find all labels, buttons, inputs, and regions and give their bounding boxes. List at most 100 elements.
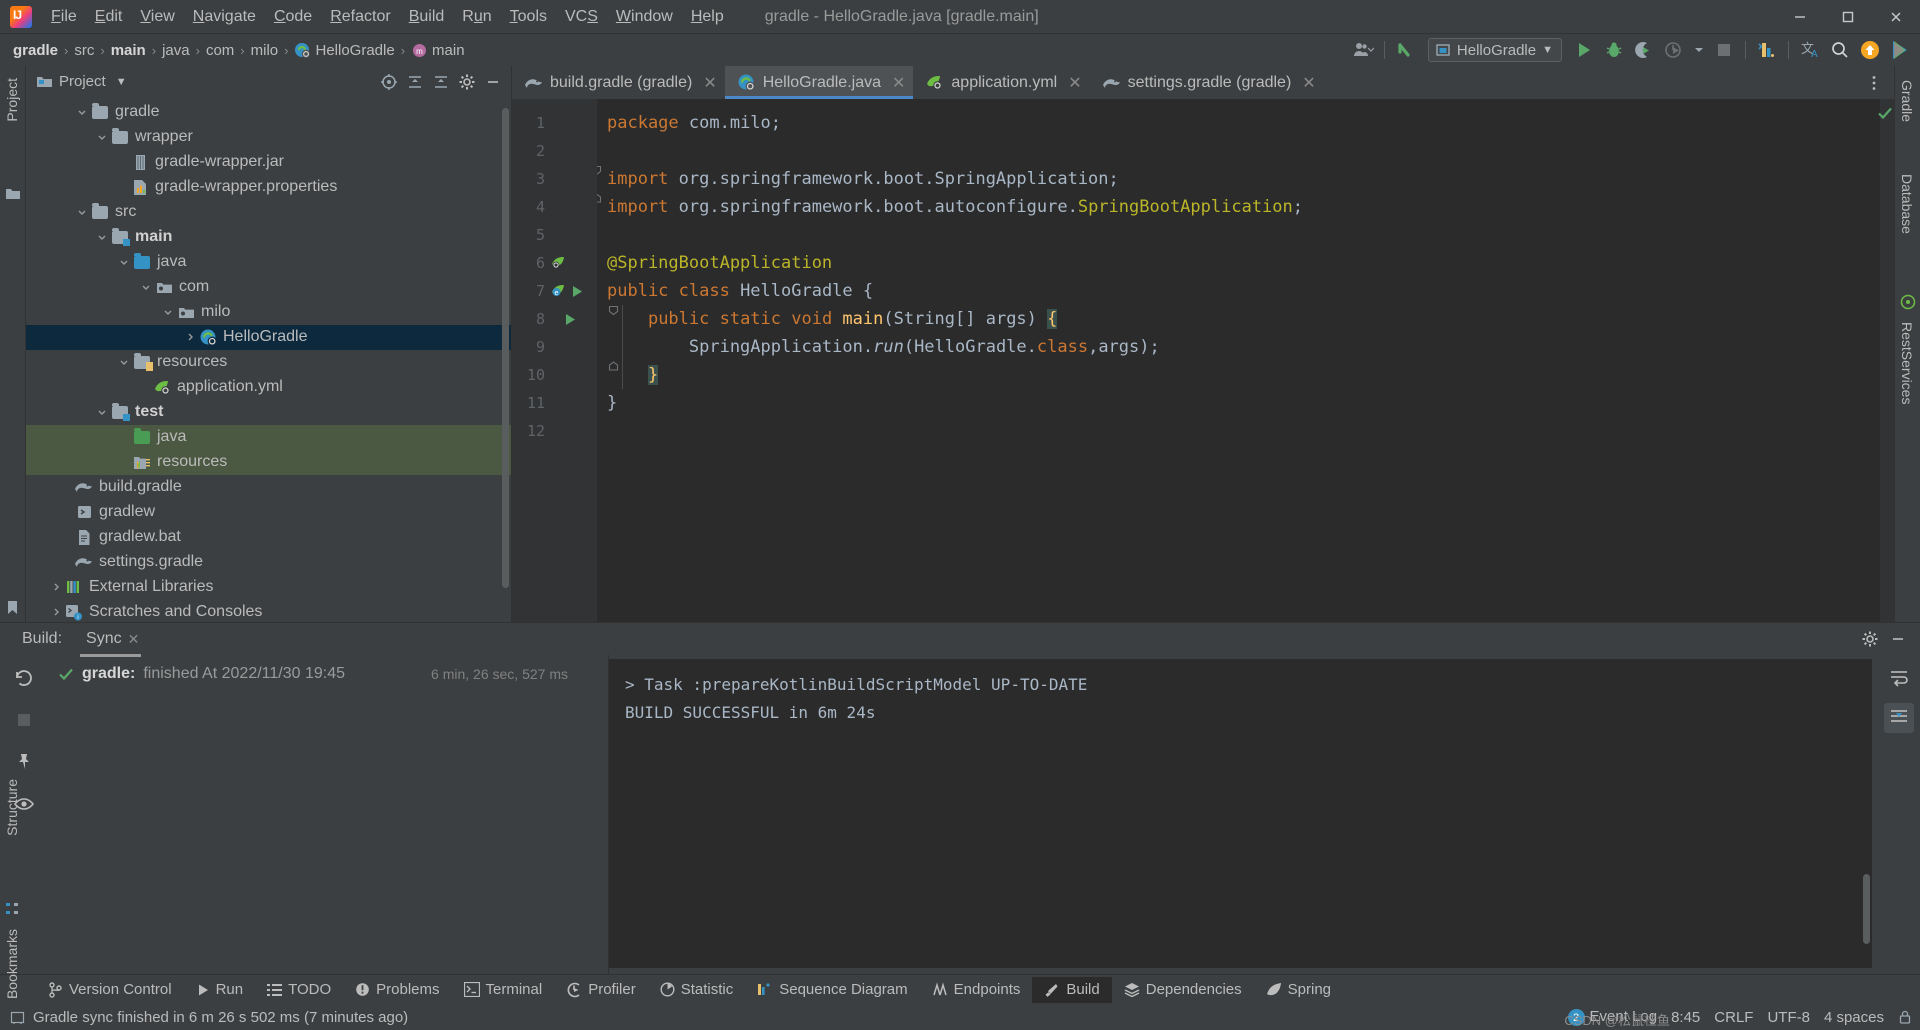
vcs-update-icon[interactable] [1392, 37, 1420, 63]
breadcrumb-item-com[interactable]: com [203, 40, 237, 61]
tool-window-run[interactable]: Run [184, 977, 256, 1003]
run-with-coverage-button[interactable] [1630, 37, 1658, 63]
tool-window-profiler[interactable]: Profiler [554, 977, 648, 1003]
breadcrumb-item-main-method[interactable]: m main [408, 40, 468, 61]
menu-help[interactable]: Help [682, 4, 733, 30]
editor-tab-settings-gradle[interactable]: settings.gradle (gradle) ✕ [1090, 66, 1324, 99]
build-tab-sync[interactable]: Sync ✕ [80, 626, 145, 652]
more-options-icon[interactable] [1862, 71, 1886, 95]
tool-window-button-gradle[interactable]: Gradle [1895, 72, 1919, 130]
breadcrumb-item-main[interactable]: main [108, 40, 149, 61]
hide-panel-icon[interactable] [481, 70, 505, 94]
tree-row-gradlew-bat[interactable]: gradlew.bat [26, 525, 511, 550]
editor-tab-hellogradle-java[interactable]: HelloGradle.java ✕ [725, 66, 914, 99]
fold-end-icon[interactable] [606, 361, 620, 372]
breadcrumb-item-hellogradle[interactable]: HelloGradle [291, 40, 397, 61]
menu-view[interactable]: View [131, 4, 183, 30]
profiler-button[interactable] [1660, 37, 1688, 63]
settings-icon[interactable] [1858, 627, 1882, 651]
settings-icon[interactable] [455, 70, 479, 94]
run-gutter-icon[interactable] [570, 284, 585, 299]
chevron-down-icon[interactable] [74, 207, 90, 217]
spring-boot-icon[interactable]: e [550, 283, 567, 300]
line-separator[interactable]: CRLF [1714, 1009, 1753, 1026]
hide-panel-icon[interactable] [1886, 627, 1910, 651]
close-button[interactable] [1872, 0, 1920, 34]
build-console[interactable]: > Task :prepareKotlinBuildScriptModel UP… [609, 659, 1872, 968]
tree-row-gradle-wrapper-properties[interactable]: gradle-wrapper.properties [26, 175, 511, 200]
minimize-button[interactable] [1776, 0, 1824, 34]
close-icon[interactable]: ✕ [1302, 73, 1315, 93]
menu-edit[interactable]: Edit [86, 4, 132, 30]
tree-row-resources-main[interactable]: resources [26, 350, 511, 375]
tool-window-button-database[interactable]: Database [1895, 166, 1919, 242]
project-tree-scrollbar[interactable] [502, 108, 509, 588]
inspection-status-icon[interactable] [1877, 105, 1893, 121]
run-configuration-selector[interactable]: HelloGradle ▼ [1428, 38, 1562, 62]
chevron-down-icon[interactable] [74, 107, 90, 117]
menu-window[interactable]: Window [607, 4, 682, 30]
run-button[interactable] [1570, 37, 1598, 63]
chevron-right-icon[interactable] [48, 582, 64, 592]
stop-icon[interactable] [9, 705, 39, 735]
account-icon[interactable] [1349, 37, 1377, 63]
chevron-down-icon[interactable] [160, 307, 176, 317]
close-icon[interactable]: ✕ [703, 73, 716, 93]
tree-row-gradlew[interactable]: gradlew [26, 500, 511, 525]
translate-icon[interactable]: 文A [1796, 37, 1824, 63]
tree-row-build-gradle[interactable]: build.gradle [26, 475, 511, 500]
tool-window-todo[interactable]: TODO [255, 977, 343, 1003]
tree-row-gradle[interactable]: gradle [26, 100, 511, 125]
menu-run[interactable]: Run [453, 4, 500, 30]
chevron-down-icon[interactable] [116, 357, 132, 367]
tool-window-dependencies[interactable]: Dependencies [1112, 977, 1254, 1003]
chevron-down-icon[interactable] [138, 282, 154, 292]
chevron-right-icon[interactable] [182, 332, 198, 342]
chevron-down-icon[interactable] [1690, 37, 1708, 63]
update-project-icon[interactable] [1856, 37, 1884, 63]
breadcrumb-item-src[interactable]: src [71, 40, 97, 61]
tool-window-sequence-diagram[interactable]: Sequence Diagram [745, 977, 919, 1003]
file-encoding[interactable]: UTF-8 [1767, 1009, 1810, 1026]
breadcrumb-item-java[interactable]: java [159, 40, 193, 61]
menu-tools[interactable]: Tools [501, 4, 556, 30]
tool-window-button-structure[interactable]: Structure [0, 771, 24, 844]
code-editor[interactable]: 1 2 3 4 5 6 7 [512, 99, 1894, 622]
indent-setting[interactable]: 4 spaces [1824, 1009, 1884, 1026]
editor-tab-application-yml[interactable]: application.yml ✕ [913, 66, 1089, 99]
tool-window-button-restservices[interactable]: RestServices [1895, 314, 1919, 412]
stop-button[interactable] [1710, 37, 1738, 63]
menu-file[interactable]: File [42, 4, 86, 30]
select-opened-file-icon[interactable] [377, 70, 401, 94]
menu-build[interactable]: Build [400, 4, 454, 30]
tool-window-problems[interactable]: Problems [343, 977, 451, 1003]
tool-window-statistic[interactable]: Statistic [648, 977, 746, 1003]
build-tree-row[interactable]: gradle: finished At 2022/11/30 19:45 6 m… [48, 661, 608, 687]
tree-row-scratches-and-consoles[interactable]: i Scratches and Consoles [26, 600, 511, 622]
fold-start-icon[interactable] [606, 305, 620, 316]
tool-window-button-project[interactable]: Project [0, 70, 24, 130]
tree-row-java-main[interactable]: java [26, 250, 511, 275]
run-gutter-icon[interactable] [563, 312, 578, 327]
close-icon[interactable]: ✕ [128, 631, 140, 648]
tool-window-button-bookmarks[interactable]: Bookmarks [0, 921, 24, 1007]
plugin-icon[interactable] [1886, 37, 1914, 63]
menu-refactor[interactable]: Refactor [321, 4, 399, 30]
tree-row-milo[interactable]: milo [26, 300, 511, 325]
menu-navigate[interactable]: Navigate [184, 4, 265, 30]
tree-row-settings-gradle[interactable]: settings.gradle [26, 550, 511, 575]
tool-window-endpoints[interactable]: Endpoints [920, 977, 1033, 1003]
scroll-to-end-icon[interactable] [1884, 703, 1914, 733]
tree-row-hellogradle[interactable]: HelloGradle [26, 325, 511, 350]
console-scrollbar[interactable] [1863, 874, 1870, 944]
tool-window-build[interactable]: Build [1032, 977, 1111, 1003]
menu-vcs[interactable]: VCS [556, 4, 607, 30]
tree-row-external-libraries[interactable]: External Libraries [26, 575, 511, 600]
search-everywhere-icon[interactable] [1826, 37, 1854, 63]
editor-scrollbar-area[interactable] [1880, 99, 1894, 622]
spring-bean-icon[interactable] [550, 255, 567, 272]
chevron-down-icon[interactable] [94, 407, 110, 417]
tree-row-com[interactable]: com [26, 275, 511, 300]
chevron-down-icon[interactable] [94, 232, 110, 242]
soft-wrap-icon[interactable] [1884, 663, 1914, 693]
